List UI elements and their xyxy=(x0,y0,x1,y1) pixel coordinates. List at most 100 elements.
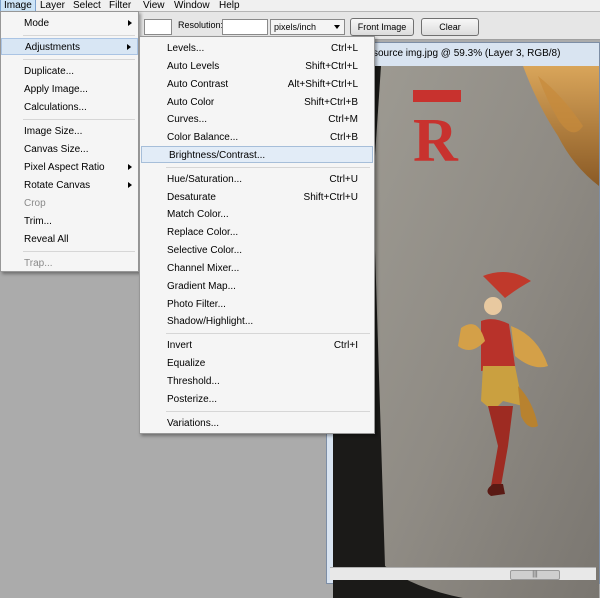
menu-item-threshold[interactable]: Threshold... xyxy=(140,373,374,390)
menu-item-label: Trap... xyxy=(24,258,53,269)
menu-item-label: Threshold... xyxy=(167,376,220,387)
resolution-unit-select[interactable]: pixels/inch xyxy=(270,19,345,35)
menu-item-rotate-canvas[interactable]: Rotate Canvas xyxy=(1,177,138,194)
menu-item-label: Desaturate xyxy=(167,192,216,203)
menu-item-label: Rotate Canvas xyxy=(24,180,91,191)
menu-item-label: Auto Levels xyxy=(167,61,220,72)
menu-layer[interactable]: Layer xyxy=(37,0,68,11)
menu-item-calculations[interactable]: Calculations... xyxy=(1,99,138,116)
divider xyxy=(23,119,135,120)
menu-item-label: Posterize... xyxy=(167,394,218,405)
menu-item-label: Auto Contrast xyxy=(167,79,229,90)
menu-item-label: Hue/Saturation... xyxy=(167,174,243,185)
menu-item-mode[interactable]: Mode xyxy=(1,15,138,32)
adjustments-submenu: Levels... Ctrl+L Auto Levels Shift+Ctrl+… xyxy=(139,36,375,434)
menu-item-adjustments[interactable]: Adjustments xyxy=(1,38,138,55)
menu-item-label: Levels... xyxy=(167,43,205,54)
menu-item-label: Auto Color xyxy=(167,97,215,108)
resolution-label: Resolution: xyxy=(178,20,224,30)
menu-item-brightness-contrast[interactable]: Brightness/Contrast... xyxy=(141,146,373,163)
menu-item-auto-contrast[interactable]: Auto Contrast Alt+Shift+Ctrl+L xyxy=(140,76,374,93)
style-field[interactable] xyxy=(144,19,172,35)
menu-item-posterize[interactable]: Posterize... xyxy=(140,391,374,408)
menu-item-label: Brightness/Contrast... xyxy=(169,150,266,161)
menu-item-label: Adjustments xyxy=(25,42,81,53)
menu-item-image-size[interactable]: Image Size... xyxy=(1,123,138,140)
menu-item-channel-mixer[interactable]: Channel Mixer... xyxy=(140,260,374,277)
menu-item-label: Photo Filter... xyxy=(167,299,226,310)
clear-button[interactable]: Clear xyxy=(421,18,479,36)
submenu-arrow-icon xyxy=(128,164,132,170)
menu-item-shadow-highlight[interactable]: Shadow/Highlight... xyxy=(140,313,374,330)
submenu-arrow-icon xyxy=(127,44,131,50)
menu-item-auto-color[interactable]: Auto Color Shift+Ctrl+B xyxy=(140,94,374,111)
menu-item-auto-levels[interactable]: Auto Levels Shift+Ctrl+L xyxy=(140,58,374,75)
menu-item-label: Invert xyxy=(167,340,193,351)
submenu-arrow-icon xyxy=(128,20,132,26)
shortcut-label: Ctrl+B xyxy=(329,132,358,143)
horizontal-scrollbar[interactable]: ||| xyxy=(330,567,596,580)
menu-item-label: Canvas Size... xyxy=(24,144,89,155)
menu-window[interactable]: Window xyxy=(171,0,213,11)
menu-item-label: Match Color... xyxy=(167,209,229,220)
shortcut-label: Ctrl+I xyxy=(333,340,358,351)
shortcut-label: Shift+Ctrl+B xyxy=(304,97,358,108)
menu-item-label: Calculations... xyxy=(24,102,87,113)
divider xyxy=(23,35,135,36)
divider xyxy=(23,251,135,252)
menu-item-label: Mode xyxy=(24,18,50,29)
menu-item-hue-saturation[interactable]: Hue/Saturation... Ctrl+U xyxy=(140,171,374,188)
menu-item-variations[interactable]: Variations... xyxy=(140,415,374,432)
menu-item-crop: Crop xyxy=(1,195,138,212)
menu-item-label: Selective Color... xyxy=(167,245,243,256)
menu-item-label: Image Size... xyxy=(24,126,83,137)
image-menu: Mode Adjustments Duplicate... Apply Imag… xyxy=(0,11,139,272)
menu-item-apply-image[interactable]: Apply Image... xyxy=(1,81,138,98)
menu-item-gradient-map[interactable]: Gradient Map... xyxy=(140,278,374,295)
menu-item-label: Reveal All xyxy=(24,234,69,245)
menu-item-label: Gradient Map... xyxy=(167,281,236,292)
scroll-thumb[interactable]: ||| xyxy=(510,570,560,580)
divider xyxy=(23,59,135,60)
menu-item-equalize[interactable]: Equalize xyxy=(140,355,374,372)
front-image-button[interactable]: Front Image xyxy=(350,18,414,36)
menu-item-label: Crop xyxy=(24,198,46,209)
menu-item-label: Shadow/Highlight... xyxy=(167,316,254,327)
resolution-input[interactable] xyxy=(222,19,268,35)
resolution-unit-value: pixels/inch xyxy=(274,22,317,32)
menu-item-label: Variations... xyxy=(167,418,220,429)
divider xyxy=(166,411,370,412)
menu-item-invert[interactable]: Invert Ctrl+I xyxy=(140,337,374,354)
menu-item-photo-filter[interactable]: Photo Filter... xyxy=(140,296,374,313)
menu-item-curves[interactable]: Curves... Ctrl+M xyxy=(140,111,374,128)
menu-item-trim[interactable]: Trim... xyxy=(1,213,138,230)
divider xyxy=(166,167,370,168)
menu-item-match-color[interactable]: Match Color... xyxy=(140,206,374,223)
shortcut-label: Ctrl+M xyxy=(328,114,358,125)
divider xyxy=(166,333,370,334)
shortcut-label: Ctrl+U xyxy=(329,174,358,185)
menu-item-color-balance[interactable]: Color Balance... Ctrl+B xyxy=(140,129,374,146)
menu-item-label: Replace Color... xyxy=(167,227,239,238)
menu-item-replace-color[interactable]: Replace Color... xyxy=(140,224,374,241)
shortcut-label: Alt+Shift+Ctrl+L xyxy=(287,79,358,90)
menu-item-label: Color Balance... xyxy=(167,132,239,143)
menu-item-label: Duplicate... xyxy=(24,66,75,77)
menu-item-label: Channel Mixer... xyxy=(167,263,240,274)
shortcut-label: Ctrl+L xyxy=(331,43,358,54)
menu-item-selective-color[interactable]: Selective Color... xyxy=(140,242,374,259)
menu-select[interactable]: Select xyxy=(70,0,104,11)
menu-item-levels[interactable]: Levels... Ctrl+L xyxy=(140,40,374,57)
menu-item-duplicate[interactable]: Duplicate... xyxy=(1,63,138,80)
card-letter: R xyxy=(413,107,459,175)
menu-item-canvas-size[interactable]: Canvas Size... xyxy=(1,141,138,158)
menu-item-trap: Trap... xyxy=(1,255,138,272)
menu-item-label: Equalize xyxy=(167,358,206,369)
menu-item-reveal-all[interactable]: Reveal All xyxy=(1,231,138,248)
menu-help[interactable]: Help xyxy=(216,0,243,11)
menu-view[interactable]: View xyxy=(140,0,168,11)
submenu-arrow-icon xyxy=(128,182,132,188)
menu-item-pixel-aspect-ratio[interactable]: Pixel Aspect Ratio xyxy=(1,159,138,176)
menu-item-desaturate[interactable]: Desaturate Shift+Ctrl+U xyxy=(140,189,374,206)
menu-filter[interactable]: Filter xyxy=(106,0,134,11)
